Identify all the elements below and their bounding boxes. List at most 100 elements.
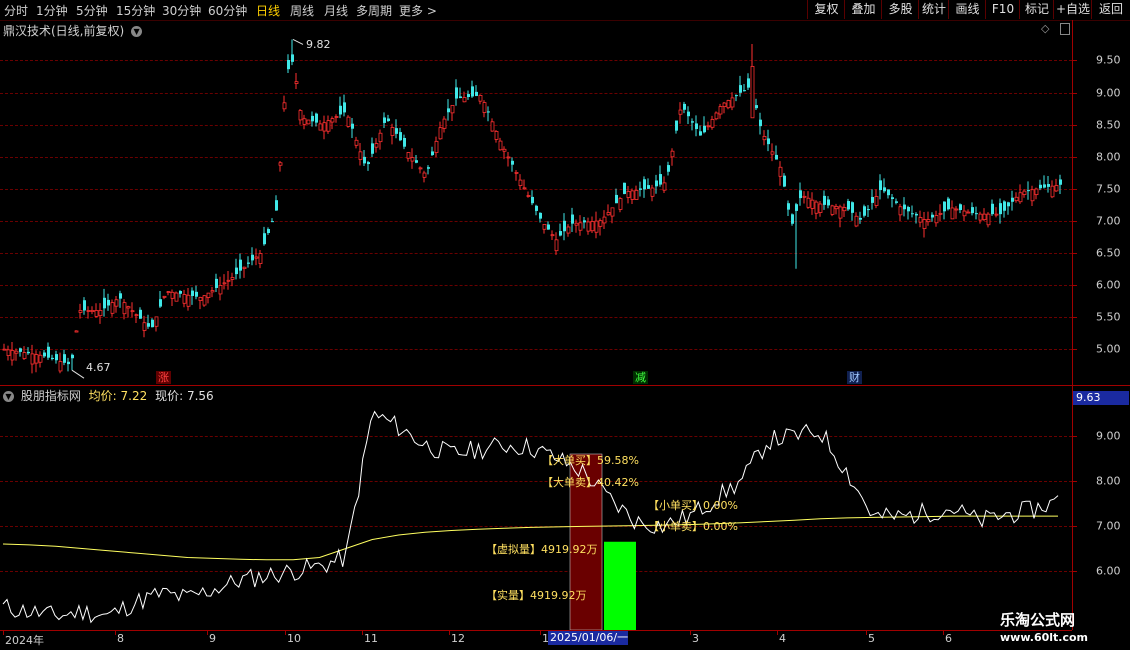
candle-body [322, 122, 327, 132]
candle-body [842, 207, 847, 212]
candle-body [907, 207, 910, 212]
candle-body [86, 310, 91, 312]
candle-body [186, 294, 191, 307]
x-tick [3, 630, 4, 635]
candle-body [795, 204, 798, 211]
period-tab-15min[interactable]: 15分钟 [116, 2, 155, 19]
candle-body [926, 219, 931, 223]
candle-body [606, 212, 611, 216]
indicator-y-tick [1072, 481, 1077, 482]
period-tab-more[interactable]: 更多 > [399, 2, 437, 19]
candlestick-chart[interactable] [0, 20, 1072, 385]
period-tab-daily[interactable]: 日线 [256, 2, 280, 19]
candle-body [891, 197, 894, 200]
x-axis-label: 11 [364, 632, 378, 645]
add-favorite-button[interactable]: +自选 [1053, 0, 1092, 19]
candle-body [514, 171, 519, 174]
candle-body [502, 148, 507, 152]
watermark-title: 乐淘公式网 [1000, 611, 1076, 629]
candle-body [823, 195, 826, 205]
indicator-y-label: 9.00 [1096, 429, 1121, 443]
candle-body [14, 350, 19, 354]
marker-finance[interactable]: 财 [847, 371, 862, 384]
candle-body [699, 131, 702, 136]
high-price-label: 9.82 [306, 38, 331, 51]
candle-body [586, 221, 591, 232]
candle-body [498, 140, 503, 151]
period-tab-30min[interactable]: 30分钟 [162, 2, 201, 19]
main-y-tick [1072, 317, 1077, 318]
candle-body [506, 156, 511, 159]
candle-body [934, 215, 939, 224]
candle-body [63, 354, 66, 363]
candle-body [978, 213, 983, 221]
statistics-button[interactable]: 统计 [918, 0, 949, 19]
candle-body [27, 351, 30, 354]
candle-body [922, 219, 927, 229]
candle-body [874, 196, 879, 206]
candle-body [767, 138, 770, 145]
candle-body [903, 204, 906, 210]
candle-body [770, 151, 775, 155]
x-axis-label: 8 [117, 632, 124, 645]
candle-body [511, 160, 514, 165]
main-y-label: 8.00 [1096, 150, 1121, 164]
candle-body [522, 187, 527, 190]
candle-body [83, 300, 86, 311]
overlay-button[interactable]: 叠加 [844, 0, 882, 19]
candle-body [170, 291, 175, 299]
main-y-label: 5.00 [1096, 342, 1121, 356]
x-tick [777, 630, 778, 635]
period-tab-1min[interactable]: 1分钟 [36, 2, 68, 19]
candle-body [147, 323, 150, 327]
candle-body [887, 189, 890, 196]
candle-body [55, 354, 58, 361]
candle-body [247, 262, 250, 264]
back-button[interactable]: 返回 [1091, 0, 1130, 19]
candle-body [883, 187, 886, 192]
candle-body [103, 297, 106, 309]
candle-body [867, 209, 870, 211]
candle-body [583, 220, 586, 223]
candle-body [30, 353, 35, 365]
main-y-label: 7.50 [1096, 182, 1121, 196]
candle-body [626, 190, 631, 198]
period-tab-weekly[interactable]: 周线 [290, 2, 314, 19]
multi-stock-button[interactable]: 多股 [881, 0, 919, 19]
big-sell-label: 【大单卖】40.42% [542, 476, 639, 489]
candle-body [526, 195, 531, 197]
candle-body [659, 174, 662, 185]
candle-body [1050, 185, 1055, 198]
candle-body [450, 104, 455, 114]
period-tab-multi[interactable]: 多周期 [356, 2, 392, 19]
candle-body [94, 310, 99, 317]
marker-limit-up[interactable]: 涨 [156, 371, 171, 384]
candle-body [750, 66, 755, 119]
candle-body [999, 203, 1002, 215]
indicator-y-label: 6.00 [1096, 564, 1121, 578]
candle-body [110, 302, 115, 314]
candle-body [222, 282, 227, 285]
candle-body [162, 295, 167, 298]
mark-button[interactable]: 标记 [1019, 0, 1054, 19]
candle-body [542, 224, 547, 230]
period-tab-intraday[interactable]: 分时 [4, 2, 28, 19]
x-axis-label: 10 [287, 632, 301, 645]
candle-body [291, 54, 294, 62]
candle-body [814, 201, 819, 214]
period-tab-5min[interactable]: 5分钟 [76, 2, 108, 19]
restore-rights-button[interactable]: 复权 [807, 0, 845, 19]
real-volume-label: 【实量】4919.92万 [486, 589, 587, 602]
candle-body [563, 220, 566, 232]
draw-line-button[interactable]: 画线 [948, 0, 986, 19]
period-tab-60min[interactable]: 60分钟 [208, 2, 247, 19]
marker-reduce[interactable]: 减 [633, 371, 648, 384]
f10-button[interactable]: F10 [985, 0, 1020, 19]
x-axis-label: 6 [945, 632, 952, 645]
period-tab-monthly[interactable]: 月线 [324, 2, 348, 19]
candle-body [1007, 202, 1010, 207]
candle-body [195, 291, 198, 297]
candle-body [378, 132, 383, 143]
candle-body [578, 222, 583, 231]
candle-body [762, 136, 767, 141]
